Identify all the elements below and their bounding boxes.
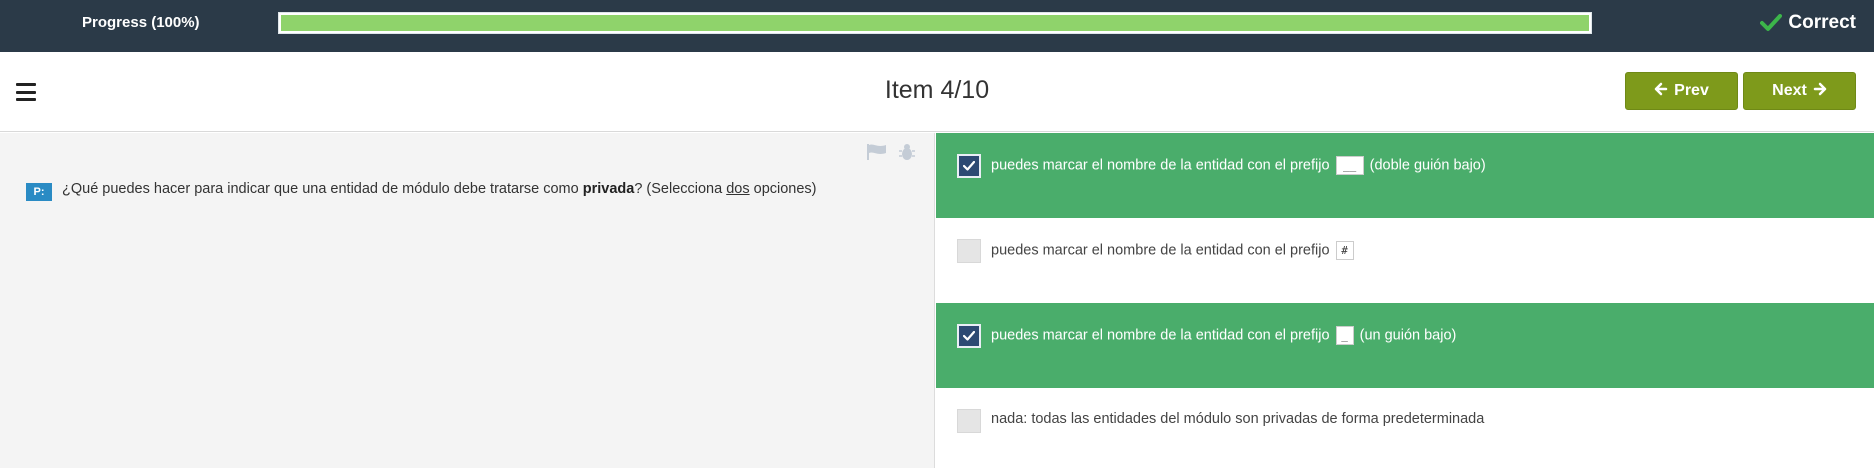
progress-bar-fill [281,15,1589,31]
option-text: nada: todas las entidades del módulo son… [991,411,1484,427]
option-1[interactable]: puedes marcar el nombre de la entidad co… [936,133,1874,218]
page-title: Item 4/10 [884,76,990,104]
check-icon [1760,14,1783,32]
question-text-part: ? (Selecciona [634,181,727,197]
option-text-part: nada: todas las entidades del módulo son… [991,411,1485,427]
arrow-right-icon [1813,82,1827,101]
option-text-part: puedes marcar el nombre de la entidad co… [991,157,1330,174]
option-code: __ [1335,156,1364,175]
check-icon [963,331,975,341]
question-emphasis: privada [582,181,635,197]
top-bar: Progress (100%) Correct [0,0,1874,52]
next-button-label: Next [1772,82,1807,99]
checkbox-unchecked[interactable] [957,409,981,433]
header: Item 4/10 Prev Next [0,52,1874,132]
option-text-part: puedes marcar el nombre de la entidad co… [991,242,1330,259]
option-2[interactable]: puedes marcar el nombre de la entidad co… [936,218,1874,303]
bug-icon[interactable] [898,143,916,166]
question-text: ¿Qué puedes hacer para indicar que una e… [62,181,817,197]
status-label: Correct [1788,12,1856,33]
question-pane: P: ¿Qué puedes hacer para indicar que un… [0,133,935,468]
status-indicator: Correct [1760,12,1856,34]
checkbox-checked[interactable] [957,324,981,348]
option-code: _ [1335,326,1354,345]
checkbox-unchecked[interactable] [957,239,981,263]
option-text-part: (un guión bajo) [1359,327,1457,344]
next-button[interactable]: Next [1743,72,1856,110]
option-text: puedes marcar el nombre de la entidad co… [991,156,1486,175]
option-4[interactable]: nada: todas las entidades del módulo son… [936,388,1874,473]
flag-icon[interactable] [866,143,888,166]
question-text-part: opciones) [749,181,817,197]
options-pane: puedes marcar el nombre de la entidad co… [936,133,1874,473]
option-text: puedes marcar el nombre de la entidad co… [991,326,1456,345]
option-3[interactable]: puedes marcar el nombre de la entidad co… [936,303,1874,388]
check-icon [963,161,975,171]
option-text-part: (doble guión bajo) [1369,157,1486,174]
option-text: puedes marcar el nombre de la entidad co… [991,241,1356,260]
option-text-part: puedes marcar el nombre de la entidad co… [991,327,1330,344]
progress-label: Progress (100%) [82,14,200,31]
question-text-part: ¿Qué puedes hacer para indicar que una e… [62,181,583,197]
checkbox-checked[interactable] [957,154,981,178]
prev-button[interactable]: Prev [1625,72,1738,110]
option-code: # [1335,241,1354,260]
arrow-left-icon [1654,82,1668,101]
question-underline: dos [726,181,750,197]
progress-bar [278,12,1592,34]
question-badge: P: [26,183,52,201]
prev-button-label: Prev [1674,82,1709,99]
